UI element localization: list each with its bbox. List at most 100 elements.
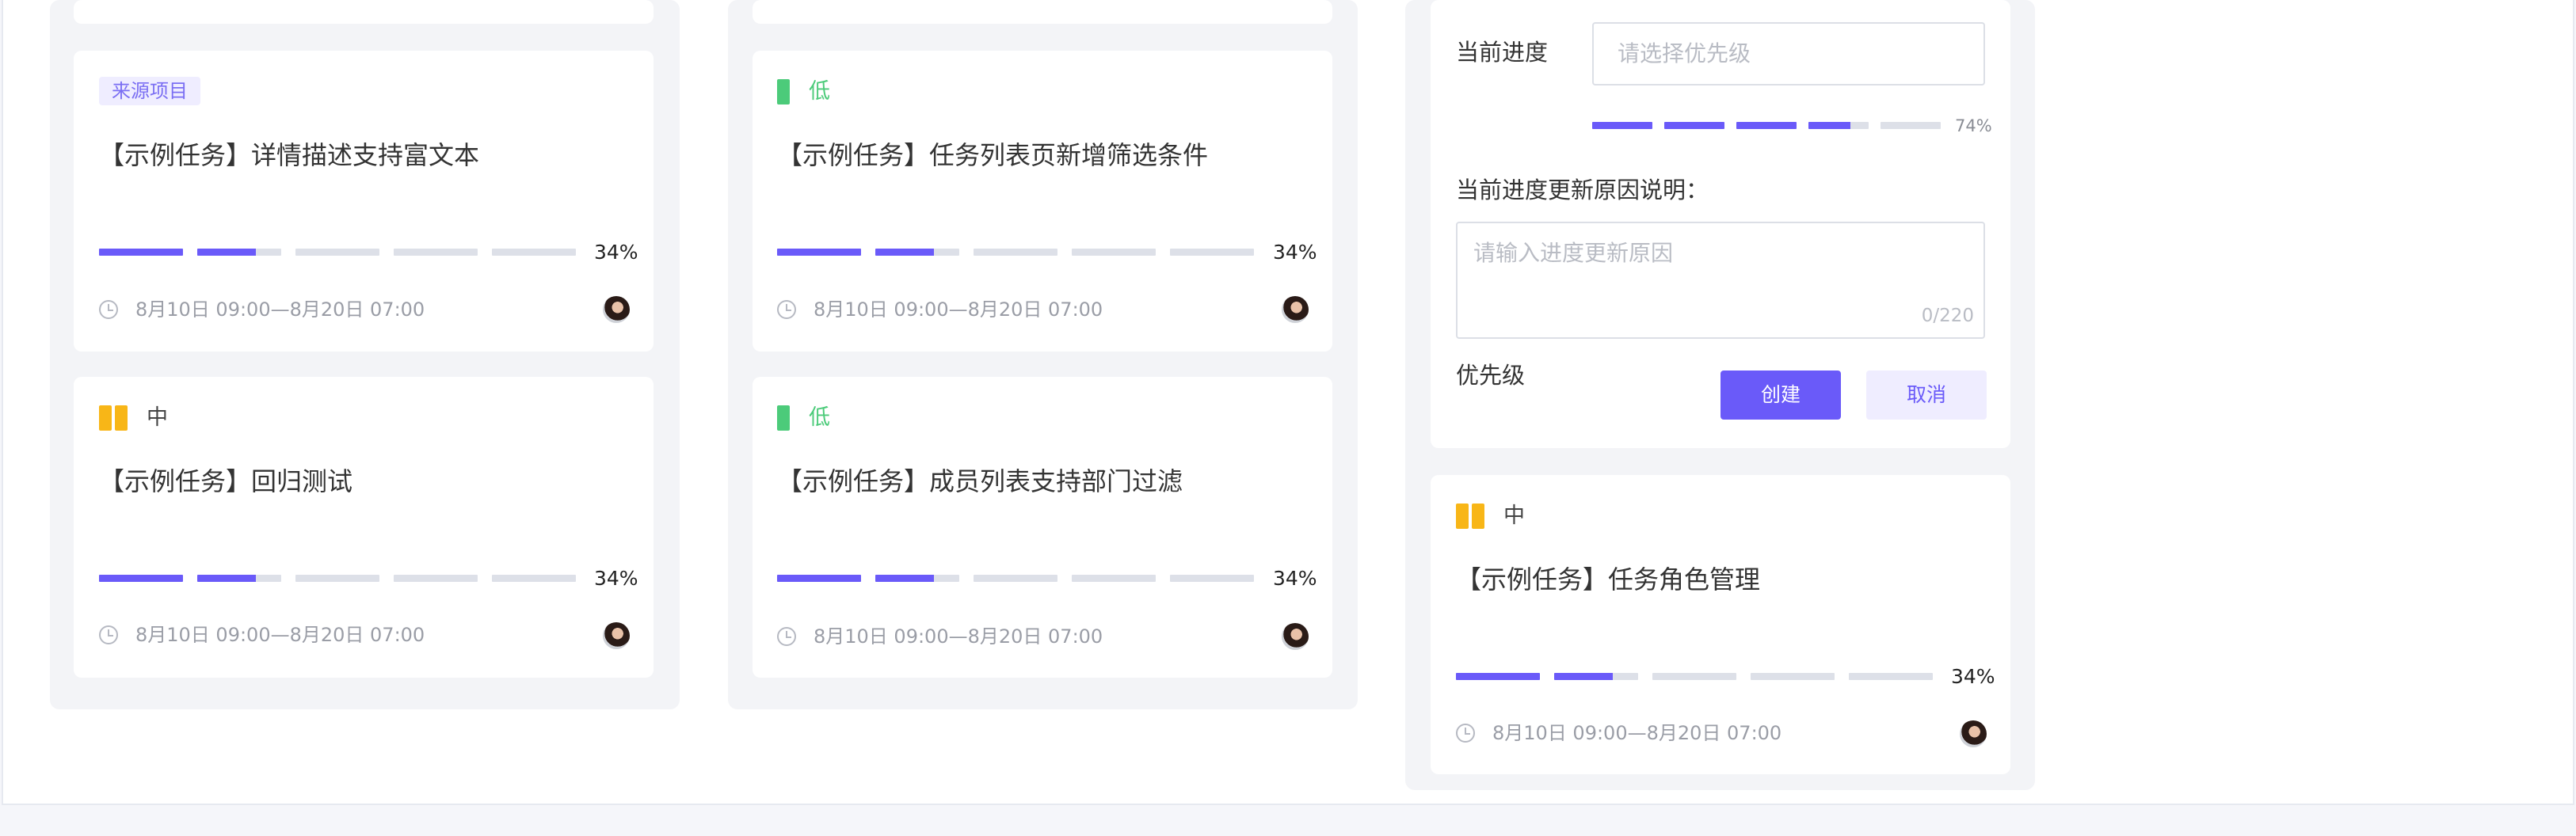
progress-segment <box>394 575 478 582</box>
cancel-button[interactable]: 取消 <box>1866 370 1987 420</box>
progress-segment-fill <box>1592 122 1652 129</box>
progress-segment <box>1652 673 1736 680</box>
progress-segment <box>1072 249 1156 256</box>
create-button[interactable]: 创建 <box>1721 370 1841 420</box>
create-task-form: 当前进度 请选择优先级 74% 当前进度更新原因说明： 请输入进度更新原因 0/… <box>1431 0 2010 448</box>
task-title[interactable]: 【示例任务】任务列表页新增筛选条件 <box>777 138 1208 173</box>
progress-segment <box>1592 122 1652 129</box>
progress-bar <box>99 575 576 582</box>
form-progress-bar <box>1592 122 1941 129</box>
progress-segment <box>1664 122 1724 129</box>
progress-segment <box>492 249 576 256</box>
progress-percent: 34% <box>594 567 638 590</box>
clock-icon <box>777 300 796 319</box>
progress-segment <box>197 249 281 256</box>
task-card[interactable]: 中 【示例任务】任务角色管理 34% 8月10日 09:00—8月20日 07:… <box>1431 475 2010 774</box>
priority-low-icon <box>777 405 790 431</box>
task-card[interactable]: 低 【示例任务】任务列表页新增筛选条件 34% 8月10日 09:00—8月20… <box>753 51 1332 352</box>
task-card[interactable]: 低 【示例任务】成员列表支持部门过滤 34% 8月10日 09:00—8月20日… <box>753 377 1332 678</box>
progress-segment <box>394 249 478 256</box>
progress-select[interactable]: 请选择优先级 <box>1592 22 1985 86</box>
progress-segment <box>99 249 183 256</box>
progress-segment <box>1554 673 1638 680</box>
assignee-avatar[interactable] <box>603 296 630 323</box>
task-title[interactable]: 【示例任务】任务角色管理 <box>1456 562 1760 597</box>
progress-segment <box>875 249 959 256</box>
progress-segment <box>1072 575 1156 582</box>
priority-medium-icon-bar <box>1472 504 1484 529</box>
clock-icon <box>99 300 118 319</box>
clock-icon <box>777 627 796 646</box>
task-card-partial[interactable] <box>753 0 1332 24</box>
priority-medium-icon <box>1456 504 1469 529</box>
progress-segment-fill <box>99 249 183 256</box>
assignee-avatar[interactable] <box>603 622 630 649</box>
task-card[interactable]: 来源项目 【示例任务】详情描述支持富文本 34% 8月10日 09:00—8月2… <box>74 51 654 352</box>
progress-segment-fill <box>875 575 935 582</box>
clock-icon <box>1456 724 1475 743</box>
source-project-tag: 来源项目 <box>99 77 200 105</box>
assignee-avatar[interactable] <box>1282 623 1309 650</box>
progress-segment <box>974 249 1057 256</box>
progress-segment-fill <box>1736 122 1797 129</box>
reason-field-label: 当前进度更新原因说明： <box>1456 177 1709 203</box>
form-progress-percent: 74% <box>1955 116 1992 135</box>
progress-segment <box>295 249 379 256</box>
task-title[interactable]: 【示例任务】详情描述支持富文本 <box>99 138 479 173</box>
task-time-range: 8月10日 09:00—8月20日 07:00 <box>135 624 425 646</box>
progress-segment <box>777 575 861 582</box>
progress-segment <box>1170 249 1254 256</box>
task-title[interactable]: 【示例任务】成员列表支持部门过滤 <box>777 464 1183 499</box>
progress-segment-fill <box>1664 122 1724 129</box>
progress-segment <box>99 575 183 582</box>
priority-field-label: 优先级 <box>1456 362 1526 389</box>
priority-label: 中 <box>1503 504 1525 528</box>
priority-low-icon <box>777 79 790 104</box>
task-time-range: 8月10日 09:00—8月20日 07:00 <box>135 298 425 321</box>
priority-label: 低 <box>809 405 830 430</box>
task-card[interactable]: 中 【示例任务】回归测试 34% 8月10日 09:00—8月20日 07:00 <box>74 377 654 678</box>
progress-segment <box>875 575 959 582</box>
progress-bar <box>1456 673 1933 680</box>
progress-segment <box>1456 673 1540 680</box>
progress-segment-fill <box>777 575 861 582</box>
reason-char-counter: 0/220 <box>1921 306 1974 326</box>
progress-percent: 34% <box>594 241 638 264</box>
progress-segment <box>295 575 379 582</box>
progress-segment-fill <box>197 249 257 256</box>
progress-segment <box>492 575 576 582</box>
board-column: 来源项目 【示例任务】详情描述支持富文本 34% 8月10日 09:00—8月2… <box>50 0 680 709</box>
priority-medium-icon <box>99 405 112 431</box>
progress-percent: 34% <box>1273 567 1317 590</box>
progress-segment-fill <box>1808 122 1851 129</box>
progress-segment-fill <box>1554 673 1614 680</box>
progress-bar <box>777 575 1254 582</box>
progress-segment-fill <box>197 575 257 582</box>
progress-segment-fill <box>875 249 935 256</box>
board-column: 低 【示例任务】任务列表页新增筛选条件 34% 8月10日 09:00—8月20… <box>728 0 1358 709</box>
priority-label: 中 <box>147 405 168 430</box>
progress-segment <box>1881 122 1941 129</box>
assignee-avatar[interactable] <box>1960 720 1987 747</box>
task-card-partial[interactable] <box>74 0 654 24</box>
progress-percent: 34% <box>1273 241 1317 264</box>
progress-percent: 34% <box>1951 665 1995 688</box>
progress-segment <box>777 249 861 256</box>
priority-label: 低 <box>809 79 830 104</box>
progress-segment-fill <box>99 575 183 582</box>
progress-field-label: 当前进度 <box>1456 39 1549 66</box>
priority-medium-icon-bar <box>115 405 128 431</box>
progress-bar <box>99 249 576 256</box>
progress-segment <box>1751 673 1835 680</box>
progress-select-placeholder: 请选择优先级 <box>1618 40 1751 66</box>
progress-bar <box>777 249 1254 256</box>
task-title[interactable]: 【示例任务】回归测试 <box>99 464 352 499</box>
progress-segment <box>1808 122 1869 129</box>
progress-segment <box>1736 122 1797 129</box>
progress-segment-fill <box>777 249 861 256</box>
task-time-range: 8月10日 09:00—8月20日 07:00 <box>1492 722 1782 744</box>
reason-textarea[interactable]: 请输入进度更新原因 0/220 <box>1456 222 1985 339</box>
progress-segment-fill <box>1456 673 1540 680</box>
assignee-avatar[interactable] <box>1282 296 1309 323</box>
progress-segment <box>1170 575 1254 582</box>
